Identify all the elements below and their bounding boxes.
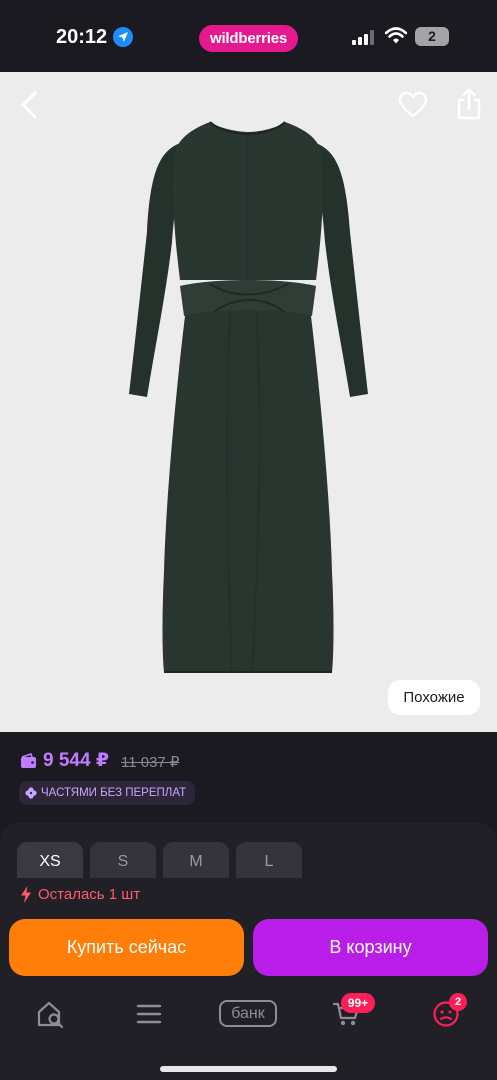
profile-badge: 2 xyxy=(449,993,467,1011)
product-gallery[interactable]: Похожие xyxy=(0,72,497,732)
similar-button[interactable]: Похожие xyxy=(388,680,480,715)
chevron-left-icon[interactable] xyxy=(14,88,44,122)
bank-icon[interactable]: банк xyxy=(219,1000,277,1027)
battery-icon: 2 xyxy=(415,27,449,46)
wifi-icon xyxy=(385,27,407,44)
purchase-sheet: XS S M L Осталась 1 шт Купить сейчас В к… xyxy=(0,823,497,1080)
status-bar: 20:12 wildberries 2 xyxy=(0,0,497,72)
price-current: 9 544 ₽ xyxy=(43,750,110,771)
heart-icon[interactable] xyxy=(398,90,428,120)
installment-badge[interactable]: ЧАСТЯМИ БЕЗ ПЕРЕПЛАТ xyxy=(19,781,196,805)
price-section: 9 544 ₽ 11 037 ₽ ЧАСТЯМИ БЕЗ ПЕРЕПЛАТ xyxy=(0,732,497,820)
wallet-icon xyxy=(21,753,36,768)
home-indicator[interactable] xyxy=(160,1066,337,1072)
product-image xyxy=(129,121,368,673)
share-icon[interactable] xyxy=(455,87,483,121)
brand-pill[interactable]: wildberries xyxy=(199,25,298,52)
buy-now-button[interactable]: Купить сейчас xyxy=(9,919,244,976)
signal-icon xyxy=(352,30,374,45)
size-selector: XS S M L xyxy=(17,842,302,878)
size-option-xs[interactable]: XS xyxy=(17,842,83,878)
stock-warning: Осталась 1 шт xyxy=(20,886,140,903)
home-search-icon[interactable] xyxy=(36,1000,66,1028)
size-option-s[interactable]: S xyxy=(90,842,156,878)
stock-label: Осталась 1 шт xyxy=(38,886,141,903)
lightning-icon xyxy=(21,886,31,903)
size-option-l[interactable]: L xyxy=(236,842,302,878)
price-old: 11 037 ₽ xyxy=(121,754,180,771)
size-option-m[interactable]: M xyxy=(163,842,229,878)
clover-icon xyxy=(25,787,37,799)
installment-label: ЧАСТЯМИ БЕЗ ПЕРЕПЛАТ xyxy=(41,787,187,799)
location-arrow-icon xyxy=(113,27,133,47)
cart-badge: 99+ xyxy=(341,993,375,1013)
add-to-cart-button[interactable]: В корзину xyxy=(253,919,488,976)
menu-icon[interactable] xyxy=(136,1004,162,1024)
status-time: 20:12 xyxy=(56,26,108,48)
